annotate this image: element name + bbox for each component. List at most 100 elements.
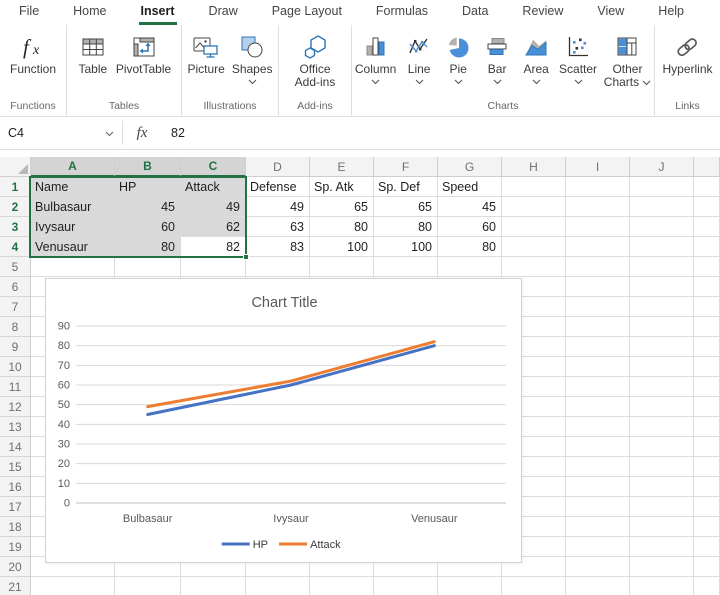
tab-data[interactable]: Data bbox=[460, 0, 490, 25]
cell-K15[interactable] bbox=[694, 457, 720, 477]
cell-E3[interactable]: 80 bbox=[310, 217, 374, 237]
cell-J5[interactable] bbox=[630, 257, 694, 277]
cell-J10[interactable] bbox=[630, 357, 694, 377]
embedded-chart[interactable]: Chart Title9080706050403020100BulbasaurI… bbox=[45, 278, 522, 563]
cell-I1[interactable] bbox=[566, 177, 630, 197]
ribbon-button-pivottable[interactable]: PivotTable bbox=[113, 30, 174, 77]
cell-I7[interactable] bbox=[566, 297, 630, 317]
cell-C4[interactable]: 82 bbox=[181, 237, 246, 257]
cell-K11[interactable] bbox=[694, 377, 720, 397]
column-header-C[interactable]: C bbox=[181, 157, 246, 177]
cell-J19[interactable] bbox=[630, 537, 694, 557]
tab-insert[interactable]: Insert bbox=[139, 0, 177, 25]
cell-J18[interactable] bbox=[630, 517, 694, 537]
ribbon-button-scatter[interactable]: Scatter bbox=[556, 30, 600, 86]
cell-D4[interactable]: 83 bbox=[246, 237, 310, 257]
row-header-17[interactable]: 17 bbox=[0, 497, 31, 517]
cell-K14[interactable] bbox=[694, 437, 720, 457]
cell-H5[interactable] bbox=[502, 257, 566, 277]
column-header-A[interactable]: A bbox=[31, 157, 115, 177]
cell-I14[interactable] bbox=[566, 437, 630, 457]
cell-J17[interactable] bbox=[630, 497, 694, 517]
column-header-B[interactable]: B bbox=[115, 157, 181, 177]
chevron-down-icon[interactable] bbox=[532, 79, 541, 85]
cell-K1[interactable] bbox=[694, 177, 720, 197]
cell-I21[interactable] bbox=[566, 577, 630, 595]
cell-J14[interactable] bbox=[630, 437, 694, 457]
cell-I5[interactable] bbox=[566, 257, 630, 277]
cell-I9[interactable] bbox=[566, 337, 630, 357]
row-header-13[interactable]: 13 bbox=[0, 417, 31, 437]
cell-A2[interactable]: Bulbasaur bbox=[31, 197, 115, 217]
ribbon-button-area[interactable]: Area bbox=[517, 30, 555, 86]
cell-B5[interactable] bbox=[115, 257, 181, 277]
row-header-15[interactable]: 15 bbox=[0, 457, 31, 477]
row-header-9[interactable]: 9 bbox=[0, 337, 31, 357]
cell-G2[interactable]: 45 bbox=[438, 197, 502, 217]
cell-E5[interactable] bbox=[310, 257, 374, 277]
tab-formulas[interactable]: Formulas bbox=[374, 0, 430, 25]
cell-D5[interactable] bbox=[246, 257, 310, 277]
cell-K2[interactable] bbox=[694, 197, 720, 217]
cell-B2[interactable]: 45 bbox=[115, 197, 181, 217]
row-header-19[interactable]: 19 bbox=[0, 537, 31, 557]
cell-K16[interactable] bbox=[694, 477, 720, 497]
tab-page-layout[interactable]: Page Layout bbox=[270, 0, 344, 25]
cell-C1[interactable]: Attack bbox=[181, 177, 246, 197]
ribbon-button-column[interactable]: Column bbox=[352, 30, 399, 86]
cell-A1[interactable]: Name bbox=[31, 177, 115, 197]
cell-F21[interactable] bbox=[374, 577, 438, 595]
cell-I4[interactable] bbox=[566, 237, 630, 257]
cell-A3[interactable]: Ivysaur bbox=[31, 217, 115, 237]
cell-D3[interactable]: 63 bbox=[246, 217, 310, 237]
row-header-1[interactable]: 1 bbox=[0, 177, 31, 197]
column-header-G[interactable]: G bbox=[438, 157, 502, 177]
row-header-16[interactable]: 16 bbox=[0, 477, 31, 497]
cell-A5[interactable] bbox=[31, 257, 115, 277]
fx-button[interactable]: fx bbox=[123, 117, 161, 149]
column-header-clipped[interactable] bbox=[694, 157, 720, 177]
row-header-10[interactable]: 10 bbox=[0, 357, 31, 377]
row-header-20[interactable]: 20 bbox=[0, 557, 31, 577]
cell-G3[interactable]: 60 bbox=[438, 217, 502, 237]
cell-I10[interactable] bbox=[566, 357, 630, 377]
cell-G1[interactable]: Speed bbox=[438, 177, 502, 197]
cell-F2[interactable]: 65 bbox=[374, 197, 438, 217]
column-header-J[interactable]: J bbox=[630, 157, 694, 177]
ribbon-button-picture[interactable]: Picture bbox=[184, 30, 227, 77]
tab-home[interactable]: Home bbox=[71, 0, 108, 25]
row-header-18[interactable]: 18 bbox=[0, 517, 31, 537]
cell-A21[interactable] bbox=[31, 577, 115, 595]
column-header-F[interactable]: F bbox=[374, 157, 438, 177]
cell-I18[interactable] bbox=[566, 517, 630, 537]
ribbon-button-office-add-ins[interactable]: OfficeAdd-ins bbox=[292, 30, 339, 90]
cell-K21[interactable] bbox=[694, 577, 720, 595]
cell-F4[interactable]: 100 bbox=[374, 237, 438, 257]
cell-I8[interactable] bbox=[566, 317, 630, 337]
cell-K4[interactable] bbox=[694, 237, 720, 257]
cell-I13[interactable] bbox=[566, 417, 630, 437]
cell-I15[interactable] bbox=[566, 457, 630, 477]
tab-review[interactable]: Review bbox=[520, 0, 565, 25]
tab-view[interactable]: View bbox=[595, 0, 626, 25]
select-all-corner[interactable] bbox=[0, 157, 31, 177]
cell-K17[interactable] bbox=[694, 497, 720, 517]
cell-J11[interactable] bbox=[630, 377, 694, 397]
cell-E2[interactable]: 65 bbox=[310, 197, 374, 217]
cell-I16[interactable] bbox=[566, 477, 630, 497]
ribbon-button-hyperlink[interactable]: Hyperlink bbox=[659, 30, 715, 77]
chevron-down-icon[interactable] bbox=[415, 79, 424, 85]
cell-G4[interactable]: 80 bbox=[438, 237, 502, 257]
column-header-D[interactable]: D bbox=[246, 157, 310, 177]
cell-J21[interactable] bbox=[630, 577, 694, 595]
name-box-chevron-icon[interactable] bbox=[105, 126, 114, 140]
cell-J20[interactable] bbox=[630, 557, 694, 577]
cell-C2[interactable]: 49 bbox=[181, 197, 246, 217]
ribbon-button-function[interactable]: fxFunction bbox=[7, 30, 59, 77]
row-header-11[interactable]: 11 bbox=[0, 377, 31, 397]
cell-I19[interactable] bbox=[566, 537, 630, 557]
cell-H3[interactable] bbox=[502, 217, 566, 237]
cell-H4[interactable] bbox=[502, 237, 566, 257]
cell-B21[interactable] bbox=[115, 577, 181, 595]
cell-D1[interactable]: Defense bbox=[246, 177, 310, 197]
